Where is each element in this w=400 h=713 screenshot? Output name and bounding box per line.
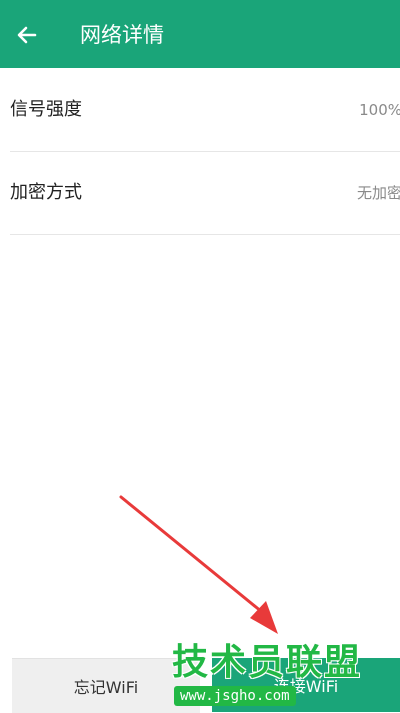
back-button[interactable] xyxy=(10,18,44,52)
top-app-bar: 网络详情 xyxy=(0,0,400,68)
detail-row-encryption: 加密方式 无加密 xyxy=(10,152,400,235)
bottom-action-bar: 忘记WiFi 连接WiFi xyxy=(0,658,400,713)
page-title: 网络详情 xyxy=(80,23,164,47)
signal-strength-value: 100% xyxy=(359,101,400,119)
detail-row-signal-strength: 信号强度 100% xyxy=(10,69,400,152)
signal-strength-label: 信号强度 xyxy=(10,99,82,120)
connect-wifi-button[interactable]: 连接WiFi xyxy=(212,658,400,712)
encryption-label: 加密方式 xyxy=(10,182,82,203)
arrow-left-icon xyxy=(17,26,37,44)
forget-wifi-button[interactable]: 忘记WiFi xyxy=(12,658,200,713)
encryption-value: 无加密 xyxy=(356,184,400,202)
